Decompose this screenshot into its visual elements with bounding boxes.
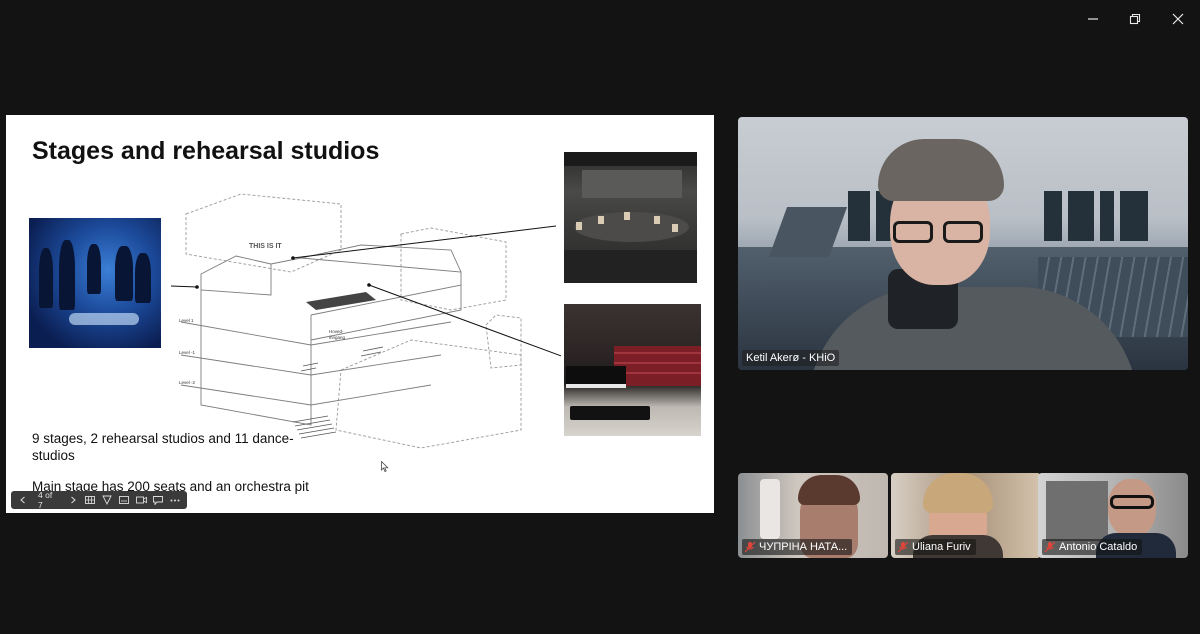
slide-navigation-toolbar: 4 of 7	[11, 490, 187, 510]
camera-icon	[136, 496, 147, 504]
level-label-2: Level -1	[179, 350, 196, 355]
mic-off-icon	[897, 541, 909, 553]
shared-slide: Stages and rehearsal studios THIS IS IT …	[6, 115, 714, 513]
page-indicator: 4 of 7	[38, 490, 53, 510]
building-diagram: THIS IS IT Level 1 Level -1 Level -2 Hov…	[170, 193, 561, 449]
subtitle-icon	[119, 496, 130, 504]
entrance-label-1: Hoved-	[329, 329, 344, 334]
close-icon	[1172, 13, 1184, 25]
dance-performance-photo	[29, 218, 161, 348]
restore-icon	[1129, 13, 1141, 25]
more-options-button[interactable]	[168, 492, 183, 508]
grid-icon	[85, 496, 96, 504]
subtitles-button[interactable]	[117, 492, 132, 508]
participant-name-text: Antonio Cataldo	[1059, 541, 1138, 553]
next-icon	[71, 496, 77, 504]
restore-button[interactable]	[1122, 8, 1148, 30]
participant-name: Uliana Furiv	[895, 539, 976, 555]
prev-slide-button[interactable]	[15, 492, 30, 508]
level-label-3: Level -2	[179, 380, 196, 385]
camera-button[interactable]	[134, 492, 149, 508]
participant-name: Antonio Cataldo	[1042, 539, 1143, 555]
prev-icon	[19, 496, 25, 504]
participant-name-text: ЧУПРІНА НАТА...	[759, 541, 848, 553]
minimize-button[interactable]	[1080, 8, 1106, 30]
mic-off-icon	[1044, 541, 1056, 553]
participant-name-text: Uliana Furiv	[912, 541, 971, 553]
slide-text-line-2: studios	[32, 448, 75, 463]
feedback-icon	[153, 495, 164, 505]
close-button[interactable]	[1165, 8, 1191, 30]
slide-title: Stages and rehearsal studios	[32, 137, 380, 165]
minimize-icon	[1088, 18, 1098, 20]
participant-name: ЧУПРІНА НАТА...	[742, 539, 853, 555]
participant-tile-1[interactable]: ЧУПРІНА НАТА...	[738, 473, 888, 558]
main-participant-video[interactable]: Ketil Akerø - KHiO	[738, 117, 1188, 370]
level-label-1: Level 1	[179, 318, 194, 323]
rehearsal-studio-photo	[564, 152, 697, 283]
grid-view-button[interactable]	[83, 492, 98, 508]
participant-tile-2[interactable]: Uliana Furiv	[891, 473, 1041, 558]
pointer-icon	[102, 495, 113, 505]
slide-text-stages: 9 stages, 2 rehearsal studios and 11 dan…	[32, 430, 294, 464]
participant-tile-3[interactable]: Antonio Cataldo	[1038, 473, 1188, 558]
mic-off-icon	[744, 541, 756, 553]
next-slide-button[interactable]	[66, 492, 81, 508]
feedback-button[interactable]	[151, 492, 166, 508]
entrance-label-2: inngang	[329, 335, 346, 340]
main-stage-photo	[564, 304, 701, 436]
more-icon	[170, 499, 180, 501]
diagram-sign: THIS IS IT	[249, 243, 282, 250]
laser-pointer-button[interactable]	[100, 492, 115, 508]
participant-name: Ketil Akerø - KHiO	[742, 350, 840, 366]
cursor-icon	[381, 461, 389, 472]
slide-text-line-1: 9 stages, 2 rehearsal studios and 11 dan…	[32, 431, 294, 446]
